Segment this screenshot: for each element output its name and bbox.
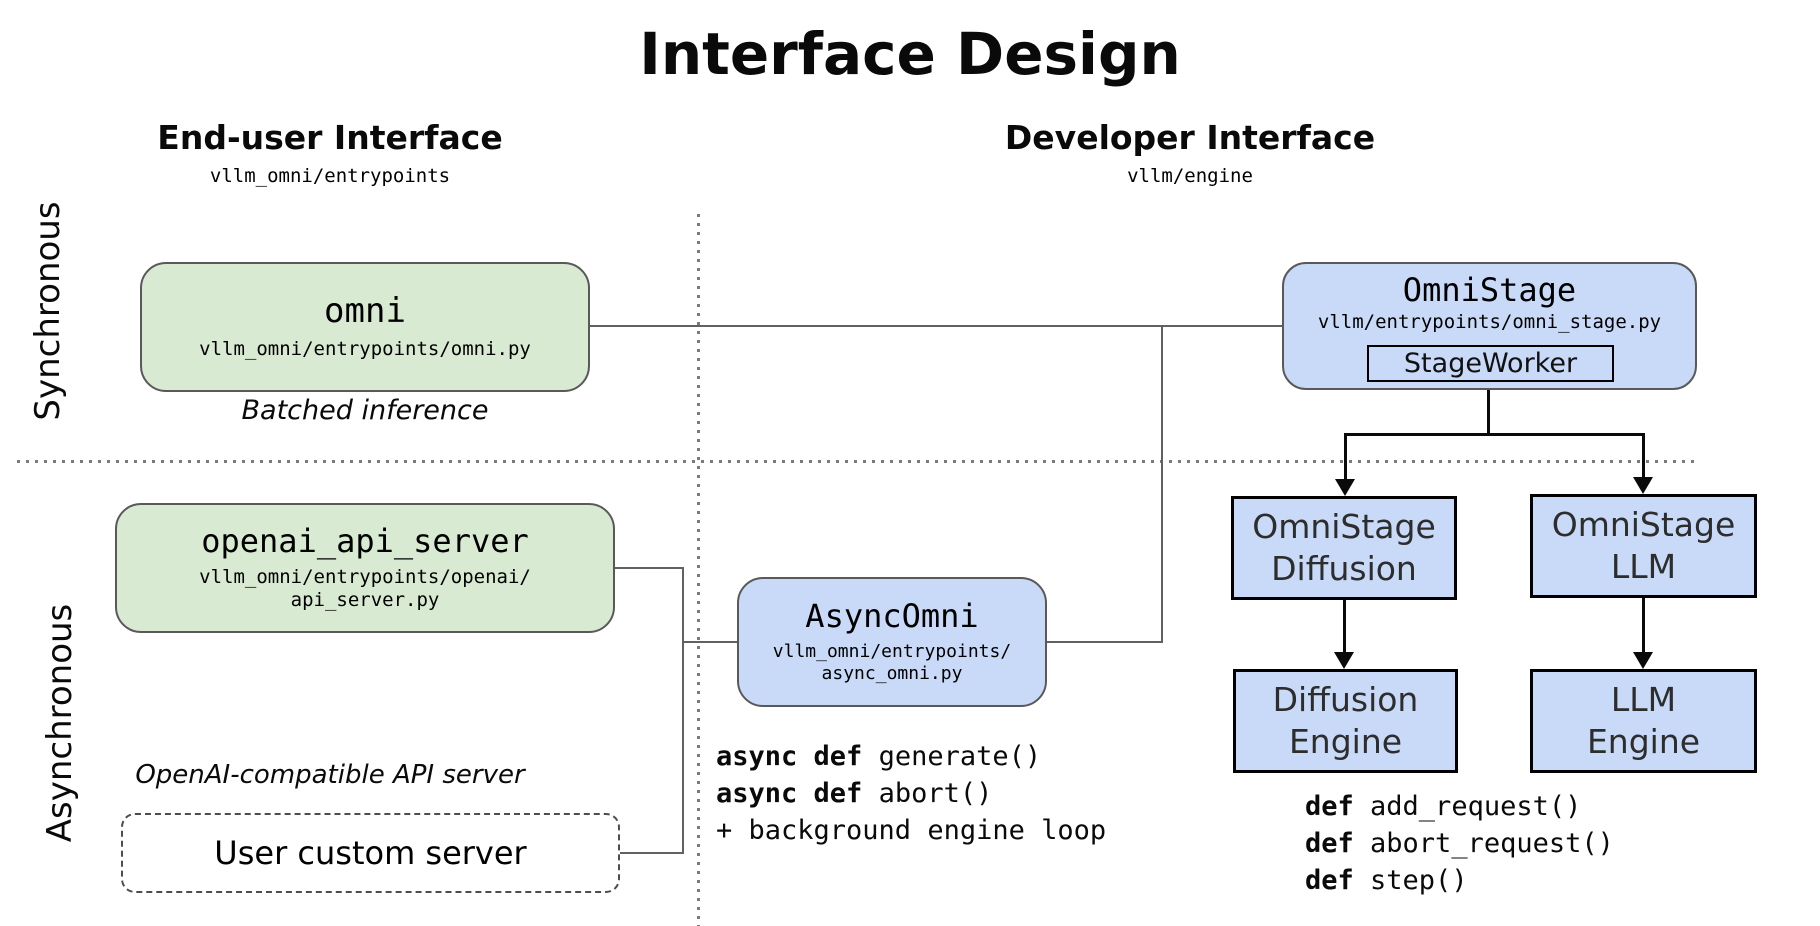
code-keyword: def: [1305, 828, 1354, 859]
arrow-to-llm-engine: [1633, 652, 1653, 669]
node-async-omni: AsyncOmni vllm_omni/entrypoints/ async_o…: [737, 577, 1047, 707]
node-user-custom-server: User custom server: [121, 813, 620, 893]
code-line-abort: async def abort(): [716, 775, 1106, 812]
code-line-generate: async def generate(): [716, 738, 1106, 775]
node-omni-stage-title: OmniStage: [1284, 273, 1695, 308]
node-async-omni-path-line1: vllm_omni/entrypoints/: [773, 641, 1011, 663]
node-omni-title: omni: [324, 293, 406, 330]
node-llm-engine-line2: Engine: [1587, 721, 1700, 763]
node-llm-engine-line1: LLM: [1611, 679, 1676, 721]
node-async-omni-title: AsyncOmni: [805, 599, 978, 634]
interface-design-diagram: Interface Design End-user Interface vllm…: [0, 0, 1820, 926]
connector-drop-to-asyncomni: [1161, 326, 1163, 643]
code-keyword: async def: [716, 741, 862, 772]
tree-branch-left-vertical: [1344, 433, 1347, 481]
enduser-developer-divider-line: [697, 214, 700, 926]
end-user-interface-title: End-user Interface: [105, 118, 555, 157]
sync-async-divider-line: [17, 460, 1697, 463]
code-keyword: def: [1305, 791, 1354, 822]
code-keyword: def: [1305, 865, 1354, 896]
arrow-to-diffusion-engine: [1334, 652, 1354, 669]
node-diffusion-engine-line1: Diffusion: [1273, 679, 1419, 721]
node-stage-worker: StageWorker: [1367, 345, 1614, 382]
caption-batched-inference: Batched inference: [140, 395, 590, 426]
row-label-synchronous: Synchronous: [28, 201, 68, 420]
node-omnistage-llm-line1: OmniStage: [1552, 504, 1736, 546]
node-stage-worker-label: StageWorker: [1404, 348, 1577, 379]
connector-openai-to-trunk: [615, 567, 684, 569]
caption-openai-compatible: OpenAI-compatible API server: [105, 760, 555, 790]
code-keyword: async def: [716, 778, 862, 809]
node-omni-path: vllm_omni/entrypoints/omni.py: [199, 338, 531, 361]
async-code-block: async def generate() async def abort() +…: [716, 738, 1106, 849]
arrow-to-omnistage-llm: [1633, 477, 1653, 494]
node-user-custom-server-label: User custom server: [214, 834, 526, 872]
code-text: abort_request(): [1354, 828, 1614, 859]
node-omnistage-llm-line2: LLM: [1611, 546, 1676, 588]
connector-omni-to-omnistage: [590, 325, 1282, 327]
node-omni-stage: OmniStage vllm/entrypoints/omni_stage.py…: [1282, 262, 1697, 390]
end-user-interface-header: End-user Interface vllm_omni/entrypoints: [105, 118, 555, 187]
code-text: + background engine loop: [716, 815, 1106, 846]
code-text: add_request(): [1354, 791, 1582, 822]
tree-stem-diffusion-engine: [1343, 600, 1346, 653]
node-omnistage-diffusion: OmniStage Diffusion: [1231, 496, 1457, 600]
node-omni: omni vllm_omni/entrypoints/omni.py: [140, 262, 590, 392]
developer-interface-header: Developer Interface vllm/engine: [965, 118, 1415, 187]
page-title: Interface Design: [0, 20, 1820, 88]
connector-asyncomni-right: [1047, 641, 1163, 643]
node-omnistage-llm: OmniStage LLM: [1530, 494, 1757, 598]
tree-branch-right-vertical: [1642, 433, 1645, 479]
node-omni-stage-path: vllm/entrypoints/omni_stage.py: [1284, 311, 1695, 334]
node-async-omni-path-line2: async_omni.py: [822, 663, 963, 685]
def-code-block: def add_request() def abort_request() de…: [1305, 788, 1614, 899]
developer-interface-subtitle: vllm/engine: [965, 165, 1415, 187]
code-text: abort(): [862, 778, 992, 809]
node-llm-engine: LLM Engine: [1530, 669, 1757, 773]
code-line-background-loop: + background engine loop: [716, 812, 1106, 849]
node-omnistage-diffusion-line1: OmniStage: [1252, 506, 1436, 548]
code-text: generate(): [862, 741, 1041, 772]
tree-stem-llm-engine: [1642, 598, 1645, 653]
node-openai-api-server: openai_api_server vllm_omni/entrypoints/…: [115, 503, 615, 633]
connector-trunk-vertical: [682, 567, 684, 854]
row-label-asynchronous: Asynchronous: [40, 604, 80, 843]
code-line-abort-request: def abort_request(): [1305, 825, 1614, 862]
connector-trunk-to-asyncomni: [682, 641, 739, 643]
node-openai-path-line2: api_server.py: [291, 589, 440, 612]
developer-interface-title: Developer Interface: [965, 118, 1415, 157]
node-openai-title: openai_api_server: [201, 524, 529, 559]
end-user-interface-subtitle: vllm_omni/entrypoints: [105, 165, 555, 187]
code-text: step(): [1354, 865, 1468, 896]
connector-usercustom-to-trunk: [620, 852, 684, 854]
arrow-to-omnistage-diffusion: [1335, 479, 1355, 496]
node-diffusion-engine-line2: Engine: [1289, 721, 1402, 763]
node-diffusion-engine: Diffusion Engine: [1233, 669, 1458, 773]
code-line-step: def step(): [1305, 862, 1614, 899]
node-omnistage-diffusion-line2: Diffusion: [1271, 548, 1417, 590]
code-line-add-request: def add_request(): [1305, 788, 1614, 825]
node-openai-path-line1: vllm_omni/entrypoints/openai/: [199, 566, 531, 589]
tree-branch-horizontal: [1344, 433, 1645, 436]
